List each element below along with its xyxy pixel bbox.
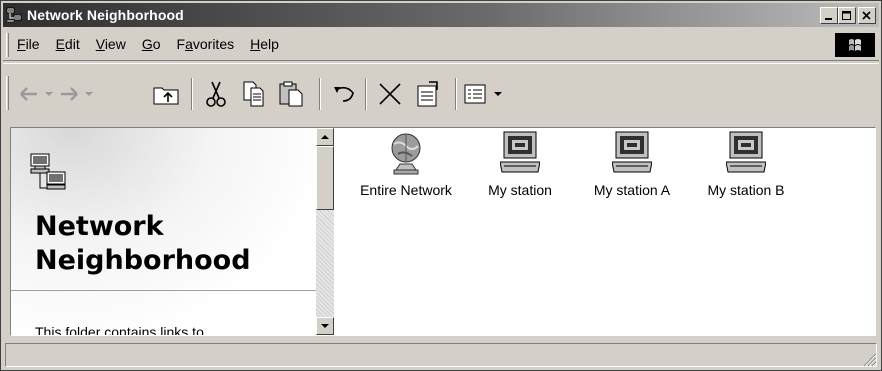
computer-icon xyxy=(612,131,652,173)
menu-view[interactable]: View xyxy=(96,36,126,52)
toolbar-grip[interactable] xyxy=(6,76,9,110)
windows-flag-icon xyxy=(849,39,861,51)
computer-icon xyxy=(726,131,766,173)
title-bar[interactable]: Network Neighborhood xyxy=(3,3,879,27)
minimize-button[interactable] xyxy=(820,7,838,24)
menu-help[interactable]: Help xyxy=(250,36,279,52)
item-label: My station B xyxy=(707,182,785,198)
globe-icon xyxy=(391,133,421,175)
explorer-window: Network Neighborhood File Edit View Go F… xyxy=(0,0,882,371)
menu-go[interactable]: Go xyxy=(142,36,161,52)
windows-logo xyxy=(835,33,875,57)
forward-icon xyxy=(61,87,93,101)
maximize-button[interactable] xyxy=(838,7,856,24)
menu-file[interactable]: File xyxy=(17,36,40,52)
my-station-a-item[interactable]: My station A xyxy=(574,130,690,198)
network-neighborhood-icon xyxy=(6,7,22,23)
up-button[interactable] xyxy=(149,78,183,110)
pane-title: Network Neighborhood xyxy=(35,210,251,278)
menu-grip[interactable] xyxy=(6,33,9,57)
file-list: Entire Network My station My station A M… xyxy=(334,128,875,335)
pane-divider xyxy=(11,290,316,291)
paste-button[interactable] xyxy=(275,78,309,110)
back-button[interactable] xyxy=(17,78,57,110)
my-station-b-item[interactable]: My station B xyxy=(688,130,804,198)
status-bar xyxy=(3,341,879,369)
scroll-thumb[interactable] xyxy=(316,146,334,210)
network-neighborhood-icon xyxy=(30,153,66,190)
scroll-up-button[interactable] xyxy=(316,128,334,146)
menu-bar: File Edit View Go Favorites Help xyxy=(3,29,879,61)
content-area: Network Neighborhood This folder contain… xyxy=(10,127,876,336)
pane-description: This folder contains links to xyxy=(35,324,204,335)
views-icon xyxy=(464,84,502,104)
maximize-icon xyxy=(842,10,851,20)
standard-toolbar xyxy=(3,63,879,121)
forward-button[interactable] xyxy=(59,78,99,110)
arrow-down-icon xyxy=(321,324,329,328)
item-label: My station xyxy=(488,182,552,198)
toolbar-separator xyxy=(365,78,367,110)
copy-button[interactable] xyxy=(237,78,271,110)
vertical-scrollbar[interactable] xyxy=(316,128,334,335)
cut-button[interactable] xyxy=(199,78,233,110)
resize-grip-icon[interactable] xyxy=(863,353,877,367)
status-text xyxy=(5,343,877,367)
undo-icon xyxy=(334,86,354,102)
views-button[interactable] xyxy=(463,78,507,110)
properties-icon xyxy=(417,81,438,107)
entire-network-item[interactable]: Entire Network xyxy=(348,130,464,198)
my-station-item[interactable]: My station xyxy=(462,130,578,198)
properties-button[interactable] xyxy=(411,78,445,110)
toolbar-separator xyxy=(191,78,193,110)
toolbar-separator xyxy=(455,78,457,110)
scroll-down-button[interactable] xyxy=(316,317,334,335)
info-pane: Network Neighborhood This folder contain… xyxy=(11,128,316,335)
paste-icon xyxy=(279,81,303,107)
pane-title-line1: Network xyxy=(35,211,164,242)
cut-icon xyxy=(206,81,226,107)
undo-button[interactable] xyxy=(327,78,361,110)
menu-edit[interactable]: Edit xyxy=(56,36,80,52)
menu-favorites[interactable]: Favorites xyxy=(177,36,235,52)
up-folder-icon xyxy=(153,87,179,105)
pane-title-line2: Neighborhood xyxy=(35,245,251,276)
minimize-icon xyxy=(825,17,832,20)
computer-icon xyxy=(500,131,540,173)
item-label: My station A xyxy=(593,182,671,198)
window-title: Network Neighborhood xyxy=(27,7,184,23)
arrow-up-icon xyxy=(321,135,329,139)
back-icon xyxy=(20,87,53,101)
toolbar-separator xyxy=(319,78,321,110)
close-icon xyxy=(862,10,871,20)
delete-icon xyxy=(379,83,401,105)
delete-button[interactable] xyxy=(373,78,407,110)
item-label: Entire Network xyxy=(360,182,452,198)
close-button[interactable] xyxy=(858,7,876,24)
copy-icon xyxy=(243,81,264,107)
